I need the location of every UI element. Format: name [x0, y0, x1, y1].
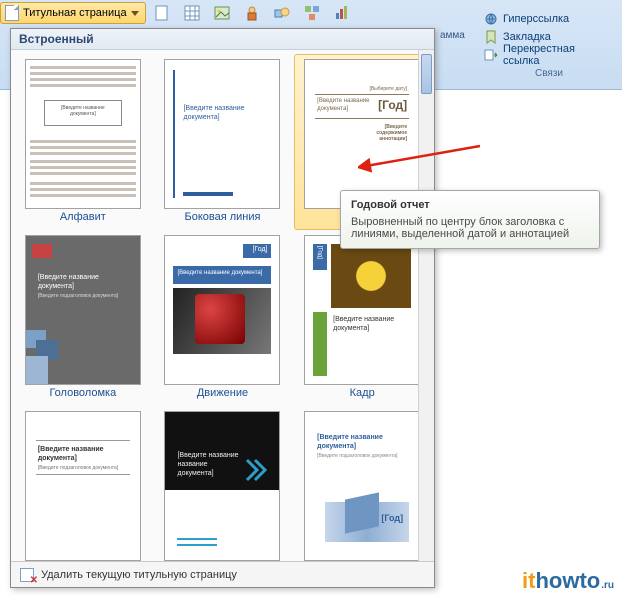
- gallery-item-conservative[interactable]: [Введите название документа] [Введите по…: [15, 406, 151, 561]
- caption: Движение: [197, 387, 248, 399]
- scrollbar-thumb[interactable]: [421, 54, 432, 94]
- blank-page-button[interactable]: [148, 2, 176, 24]
- smartart-button[interactable]: [298, 2, 326, 24]
- remove-cover-page-button[interactable]: Удалить текущую титульную страницу: [11, 561, 434, 587]
- chevron-down-icon: [131, 11, 139, 16]
- gallery-item-motion[interactable]: [Год] [Введите название документа] Движе…: [155, 230, 291, 406]
- crossref-label: Перекрестная ссылка: [503, 43, 614, 67]
- ribbon-toolbar: Титульная страница: [0, 2, 356, 24]
- page-icon: [5, 5, 19, 21]
- thumb-puzzle: [Введите название документа] [Введите по…: [25, 235, 141, 385]
- remove-cover-page-label: Удалить текущую титульную страницу: [41, 569, 237, 581]
- thumb-frame: [Год] [Введите название документа]: [304, 235, 420, 385]
- smartart-icon: [303, 4, 321, 22]
- site-logo: it howto .ru: [522, 568, 614, 594]
- logo-it: it: [522, 568, 535, 594]
- tooltip-title: Годовой отчет: [351, 199, 589, 211]
- clipart-button[interactable]: [238, 2, 266, 24]
- thumb-cubes: [Введите название документа] [Введите по…: [304, 411, 420, 561]
- thumb-alphabet: [Введите название документа]: [25, 59, 141, 209]
- gallery-item-puzzle[interactable]: [Введите название документа] [Введите по…: [15, 230, 151, 406]
- tooltip: Годовой отчет Выровненный по центру блок…: [340, 190, 600, 249]
- table-icon: [183, 4, 201, 22]
- gallery-item-alphabet[interactable]: [Введите название документа] Алфавит: [15, 54, 151, 230]
- gallery-item-contrast[interactable]: [Введите название название документа] Ко…: [155, 406, 291, 561]
- gallery-section-header: Встроенный: [11, 29, 434, 50]
- gallery-item-frame[interactable]: [Год] [Введите название документа] Кадр: [294, 230, 430, 406]
- chart-label-fragment: амма: [440, 30, 465, 41]
- hyperlink-label: Гиперссылка: [503, 13, 569, 25]
- crossref-button[interactable]: Перекрестная ссылка: [484, 46, 614, 64]
- picture-button[interactable]: [208, 2, 236, 24]
- gallery-item-cubes[interactable]: [Введите название документа] [Введите по…: [294, 406, 430, 561]
- chart-icon: [333, 4, 351, 22]
- caption: Боковая линия: [185, 211, 261, 223]
- clipart-icon: [243, 4, 261, 22]
- table-button[interactable]: [178, 2, 206, 24]
- shapes-button[interactable]: [268, 2, 296, 24]
- thumb-motion: [Год] [Введите название документа]: [164, 235, 280, 385]
- thumb-contrast: [Введите название название документа]: [164, 411, 280, 561]
- caption: Кадр: [350, 387, 375, 399]
- hyperlink-button[interactable]: Гиперссылка: [484, 10, 614, 28]
- caption: Головоломка: [49, 387, 116, 399]
- links-group: Гиперссылка Закладка Перекрестная ссылка…: [484, 10, 614, 79]
- cover-page-dropdown[interactable]: Титульная страница: [0, 2, 146, 24]
- gallery-item-sideline[interactable]: [Введите название документа] Боковая лин…: [155, 54, 291, 230]
- logo-howto: howto: [535, 568, 600, 594]
- cover-page-gallery: Встроенный [Введите название документа] …: [10, 28, 435, 588]
- hyperlink-icon: [484, 12, 498, 26]
- links-group-label: Связи: [484, 68, 614, 79]
- picture-icon: [213, 4, 231, 22]
- thumb-sideline: [Введите название документа]: [164, 59, 280, 209]
- chart-button[interactable]: [328, 2, 356, 24]
- thumb-conservative: [Введите название документа] [Введите по…: [25, 411, 141, 561]
- bookmark-label: Закладка: [503, 31, 551, 43]
- chevrons-icon: [245, 458, 271, 484]
- gallery-grid: [Введите название документа] Алфавит [Вв…: [11, 50, 434, 561]
- tooltip-body: Выровненный по центру блок заголовка с л…: [351, 216, 589, 240]
- logo-ru: .ru: [601, 580, 614, 591]
- shapes-icon: [273, 4, 291, 22]
- crossref-icon: [484, 48, 498, 62]
- caption: Алфавит: [60, 211, 106, 223]
- delete-page-icon: [19, 567, 35, 583]
- blank-page-icon: [153, 4, 171, 22]
- bookmark-icon: [484, 30, 498, 44]
- thumb-annual: [Введите название документа] [Выберите д…: [304, 59, 420, 209]
- cover-page-label: Титульная страница: [23, 7, 127, 19]
